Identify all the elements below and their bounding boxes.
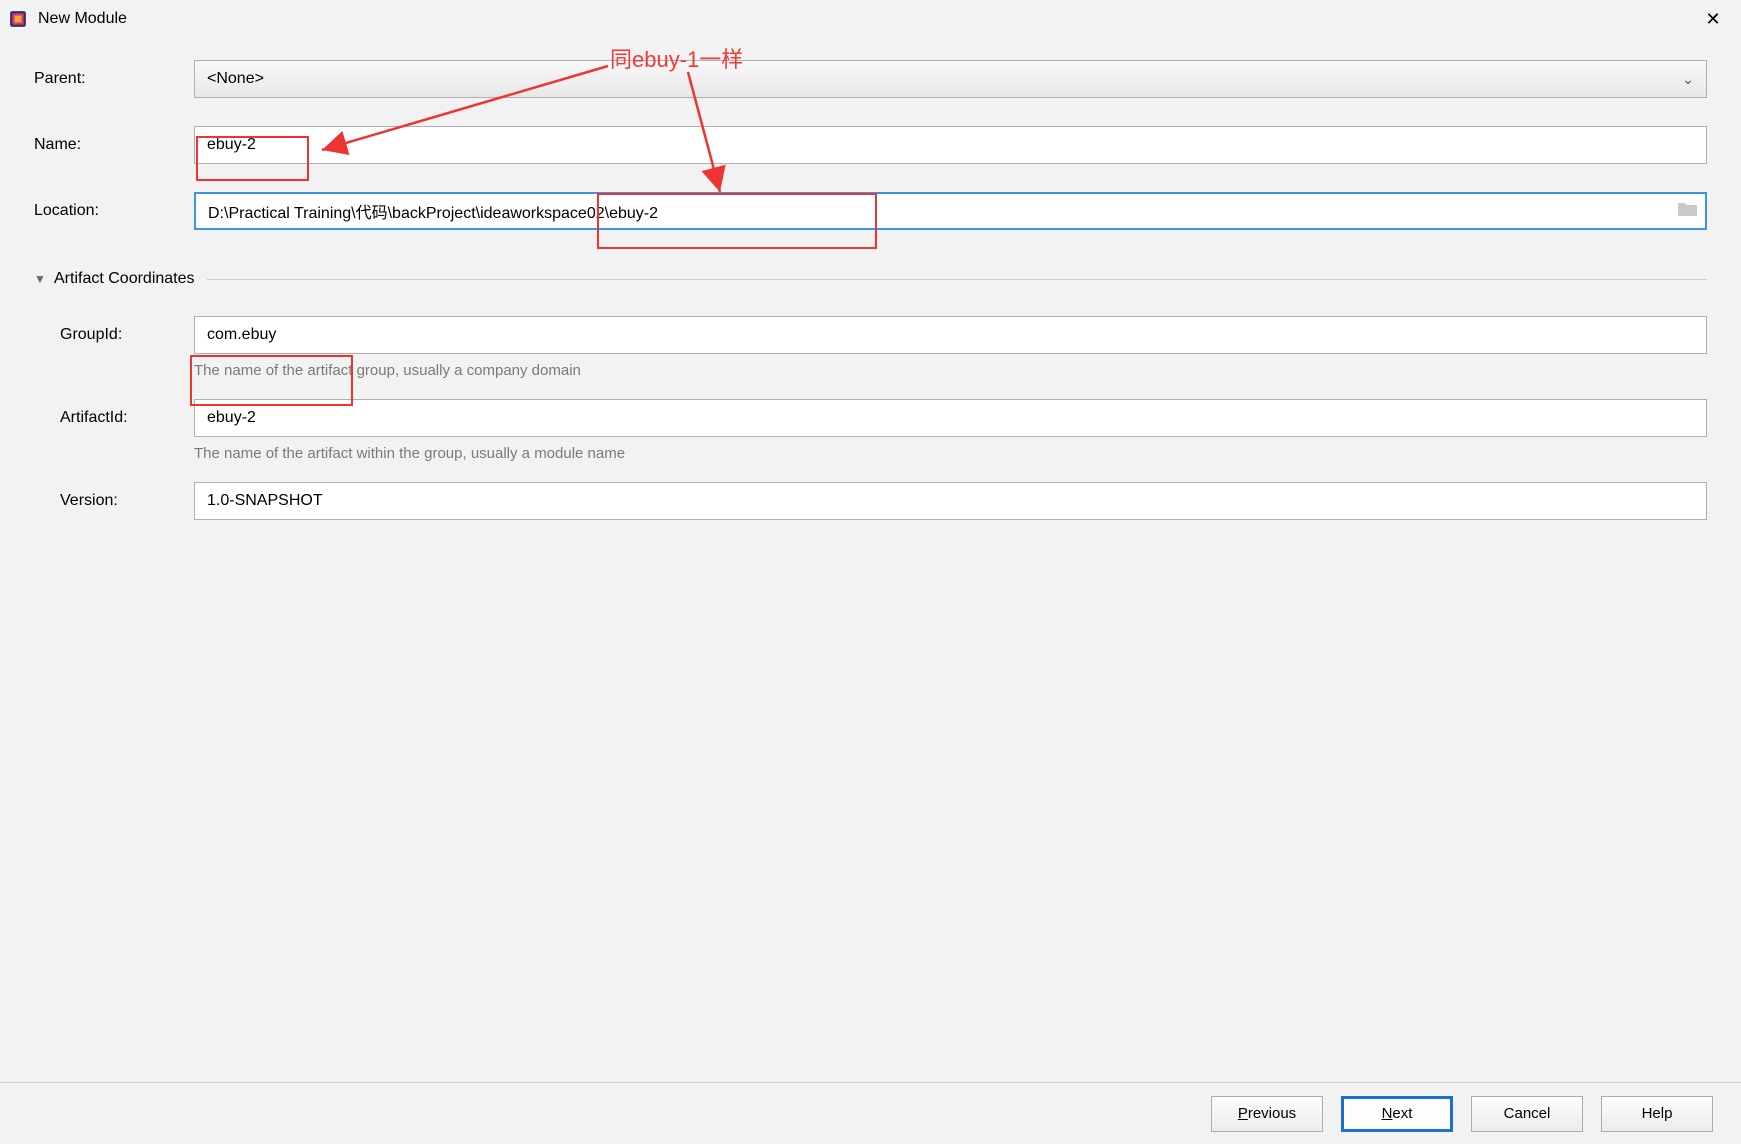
name-label: Name: bbox=[34, 136, 194, 154]
location-input[interactable] bbox=[194, 192, 1707, 230]
artifact-section-label: Artifact Coordinates bbox=[54, 270, 195, 288]
parent-label: Parent: bbox=[34, 70, 194, 88]
groupid-hint: The name of the artifact group, usually … bbox=[194, 362, 1707, 379]
help-button[interactable]: Help bbox=[1601, 1096, 1713, 1132]
divider bbox=[207, 279, 1707, 280]
groupid-input[interactable] bbox=[194, 316, 1707, 354]
parent-row: Parent: <None> ⌄ bbox=[34, 60, 1707, 98]
location-label: Location: bbox=[34, 202, 194, 220]
window-title: New Module bbox=[38, 10, 127, 28]
artifactid-label: ArtifactId: bbox=[34, 409, 194, 427]
close-icon[interactable]: ✕ bbox=[1693, 4, 1733, 34]
version-row: Version: bbox=[34, 482, 1707, 520]
artifact-coordinates-header[interactable]: ▼ Artifact Coordinates bbox=[34, 270, 1707, 288]
groupid-row: GroupId: bbox=[34, 316, 1707, 354]
next-button[interactable]: Next bbox=[1341, 1096, 1453, 1132]
chevron-down-icon: ⌄ bbox=[1682, 71, 1694, 88]
folder-icon[interactable] bbox=[1677, 200, 1699, 222]
groupid-label: GroupId: bbox=[34, 326, 194, 344]
previous-button[interactable]: Previous bbox=[1211, 1096, 1323, 1132]
artifactid-row: ArtifactId: bbox=[34, 399, 1707, 437]
parent-dropdown[interactable]: <None> ⌄ bbox=[194, 60, 1707, 98]
parent-value: <None> bbox=[207, 70, 264, 88]
artifactid-hint: The name of the artifact within the grou… bbox=[194, 445, 1707, 462]
collapse-triangle-icon: ▼ bbox=[34, 272, 54, 286]
titlebar: New Module ✕ bbox=[0, 0, 1741, 38]
location-row: Location: bbox=[34, 192, 1707, 230]
version-input[interactable] bbox=[194, 482, 1707, 520]
artifactid-input[interactable] bbox=[194, 399, 1707, 437]
dialog-content: Parent: <None> ⌄ Name: Location: ▼ Artif… bbox=[0, 38, 1741, 558]
app-icon bbox=[8, 9, 28, 29]
button-bar: Previous Next Cancel Help bbox=[0, 1082, 1741, 1144]
name-row: Name: bbox=[34, 126, 1707, 164]
cancel-button[interactable]: Cancel bbox=[1471, 1096, 1583, 1132]
name-input[interactable] bbox=[194, 126, 1707, 164]
version-label: Version: bbox=[34, 492, 194, 510]
